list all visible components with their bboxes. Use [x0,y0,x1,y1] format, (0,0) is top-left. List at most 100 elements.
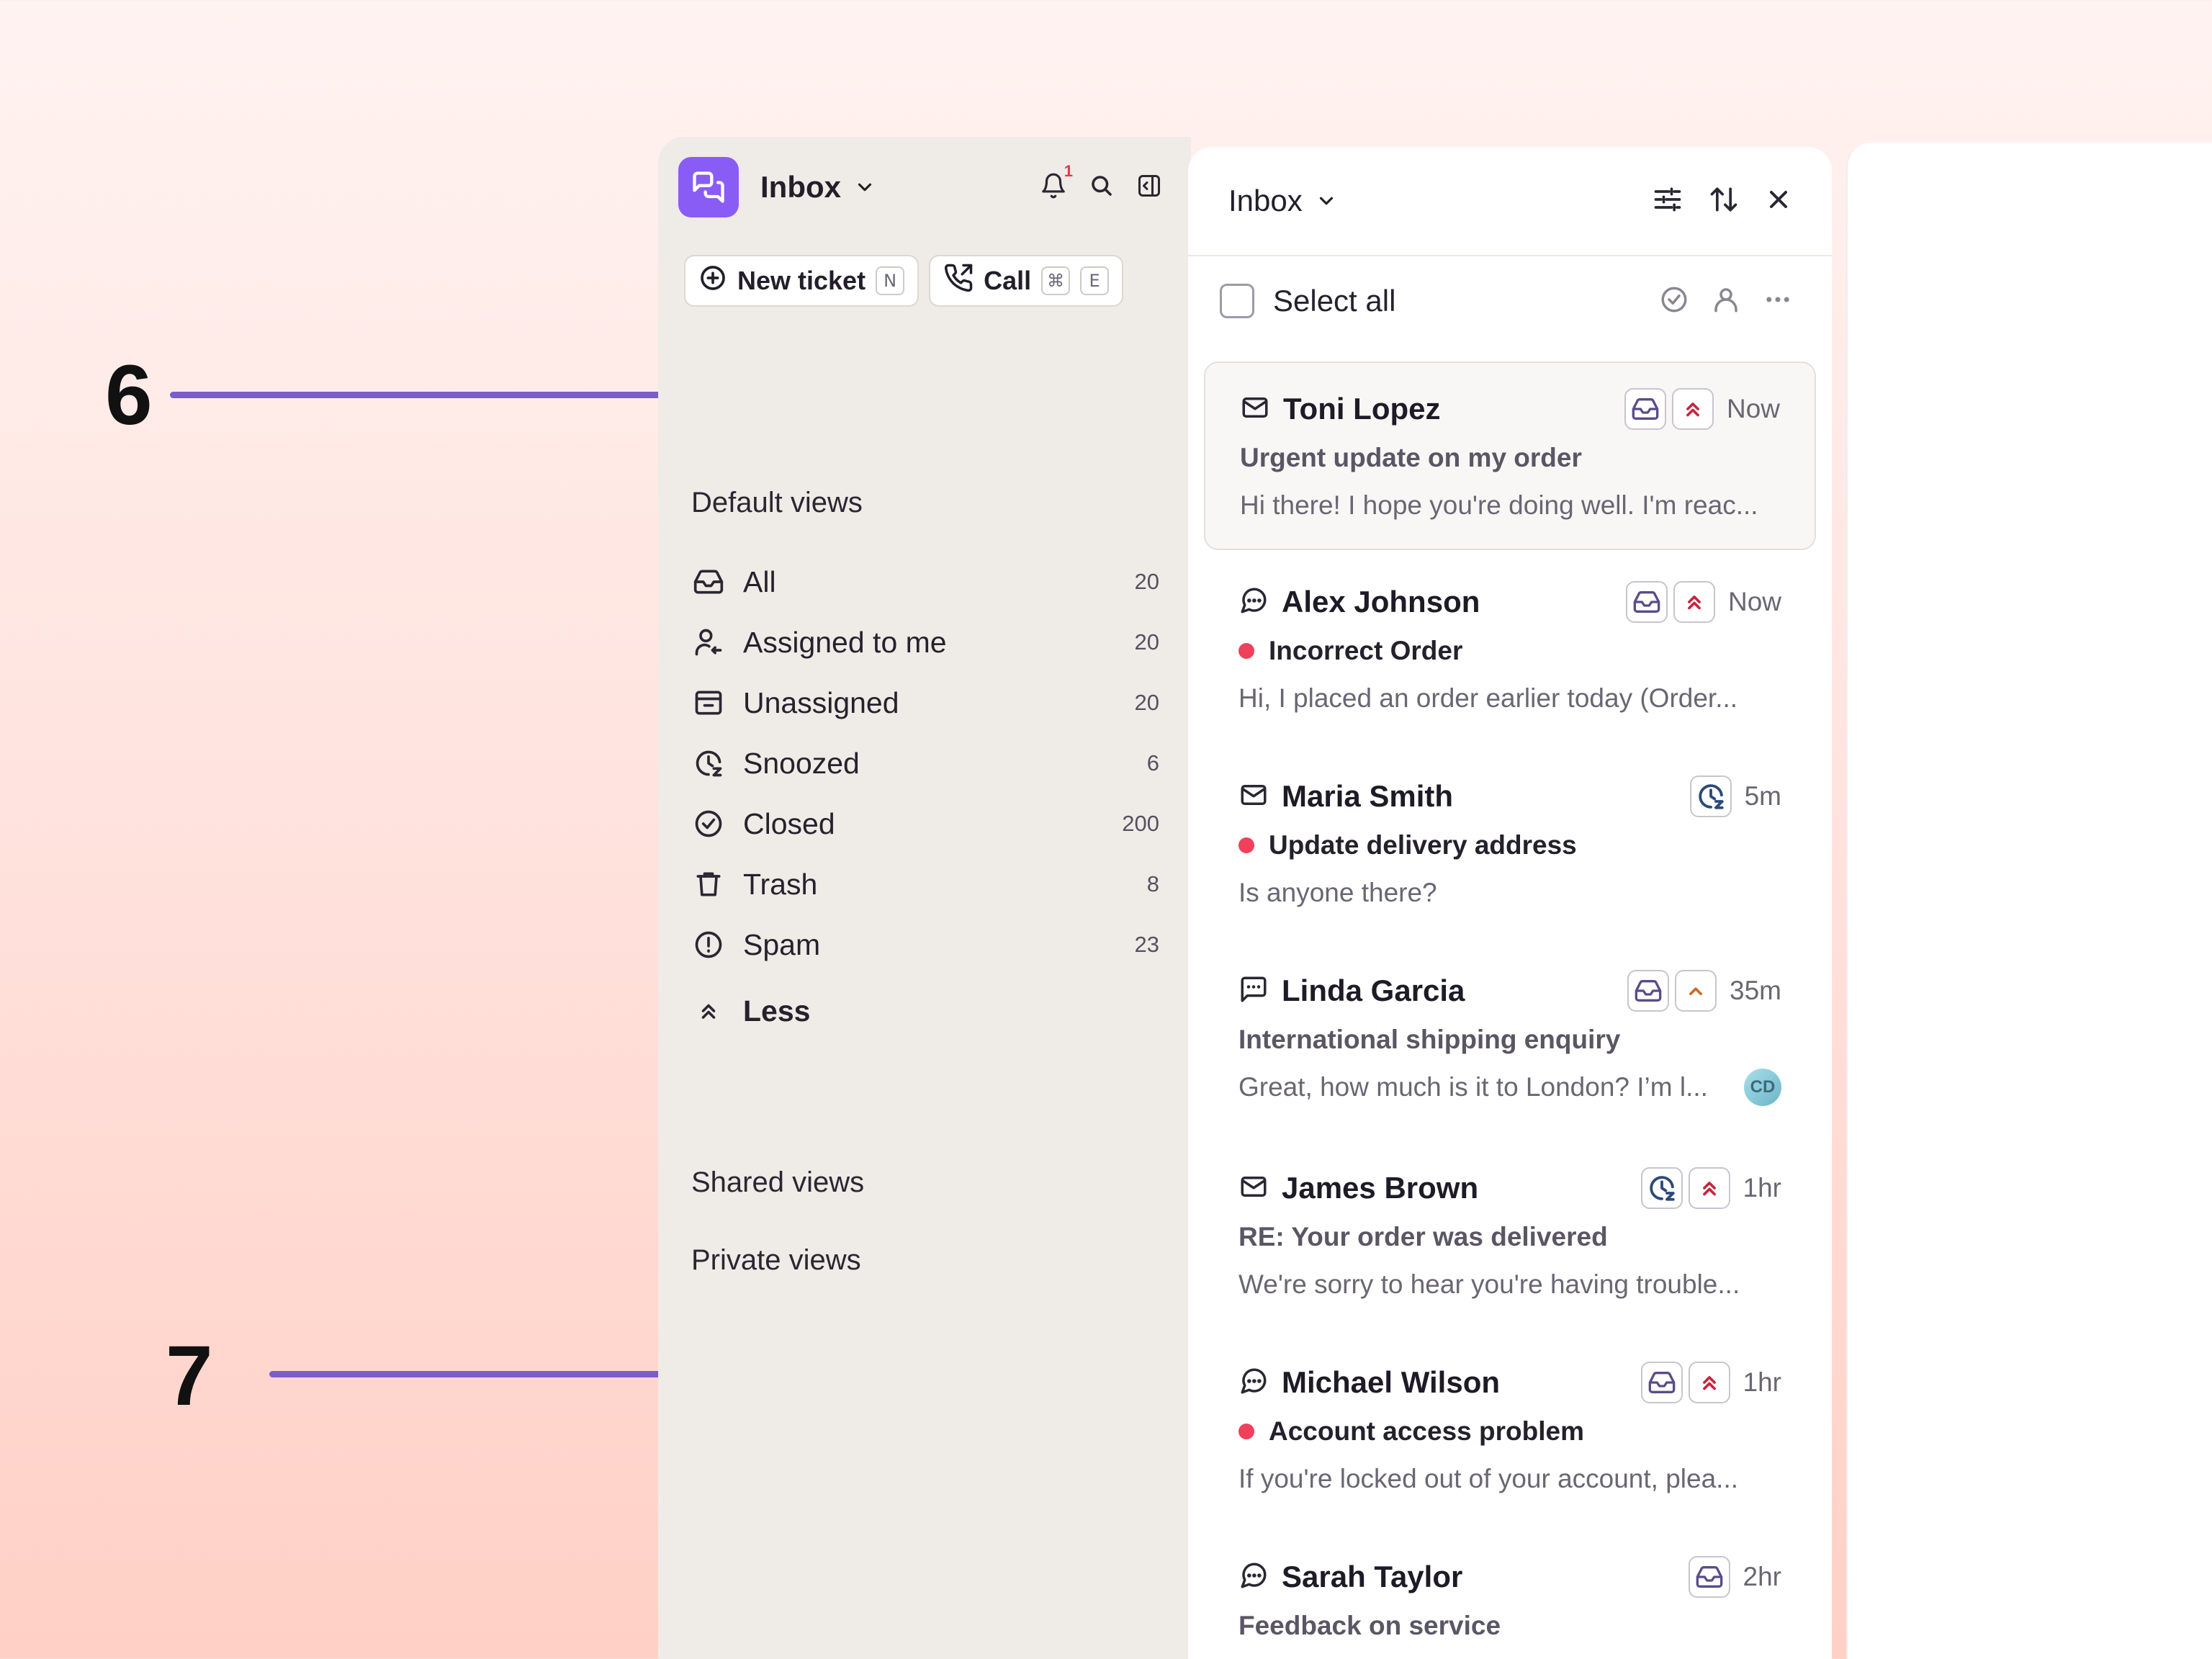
email-icon [1238,780,1269,814]
ticket-subject-text: Update delivery address [1269,830,1577,860]
ticket-subject: Account access problem [1238,1414,1781,1449]
ticket-time: 35m [1730,976,1781,1005]
view-count: 8 [1146,871,1159,896]
default-views-list: All 20 Assigned to me 20 Unassigned 20 S… [691,552,1159,975]
view-item-spam[interactable]: Spam 23 [691,914,1159,975]
ticket-time: 1hr [1743,1173,1781,1202]
ticket-preview-text: If you're locked out of your account, pl… [1238,1464,1739,1493]
ticket-time: 5m [1744,781,1781,811]
email-icon [1238,1172,1269,1205]
view-item-snoozed[interactable]: Snoozed 6 [691,733,1159,793]
ticket-subject-text: RE: Your order was delivered [1238,1222,1608,1251]
ticket-item[interactable]: Toni Lopez Now Urgent update on my order… [1204,361,1816,550]
call-button[interactable]: Call ⌘ E [929,255,1124,307]
ticket-customer-name: Toni Lopez [1283,392,1441,426]
ticket-subject: RE: Your order was delivered [1238,1220,1781,1254]
app-logo-icon[interactable] [678,157,739,217]
select-all-label: Select all [1273,284,1396,318]
medium-priority-icon [1675,970,1717,1012]
urgent-priority-icon [1671,388,1714,430]
chat-bubble-icon [1238,585,1269,619]
more-options-icon[interactable] [1763,284,1793,318]
inbox-tag-icon [1688,1556,1730,1598]
ticket-preview: Great, how much is it to London? I’m l..… [1238,1069,1781,1106]
search-icon[interactable] [1089,173,1115,202]
workspace-title[interactable]: Inbox [760,170,841,204]
show-less-toggle[interactable]: Less [691,994,810,1028]
view-count: 200 [1122,811,1159,836]
view-count: 20 [1134,629,1159,655]
ticket-subject-text: International shipping enquiry [1238,1025,1621,1054]
view-item-all[interactable]: All 20 [691,552,1159,612]
ticket-preview: We're sorry to hear you're having troubl… [1238,1267,1781,1302]
user-assigned-icon [691,625,726,660]
inbox-tag-icon [1625,581,1668,623]
view-item-trash[interactable]: Trash 8 [691,854,1159,914]
new-ticket-button[interactable]: New ticket N [684,255,920,307]
sidebar-header: Inbox 1 [678,157,1162,217]
phone-outgoing-icon [943,263,974,300]
select-all-checkbox[interactable] [1220,284,1254,318]
unread-dot [1238,837,1254,853]
sort-icon[interactable] [1708,184,1740,219]
ticket-time: 1hr [1743,1367,1781,1397]
view-count: 20 [1134,690,1159,715]
ticket-item[interactable]: James Brown 1hr RE: Your order was deliv… [1204,1142,1816,1331]
ticket-customer-name: Alex Johnson [1282,585,1480,619]
ticket-detail-panel [1846,143,2212,1659]
view-label: Unassigned [743,685,899,719]
ticket-preview: Hi, I placed an order earlier today (Ord… [1238,681,1781,716]
chevron-down-icon[interactable] [854,176,876,198]
view-count: 23 [1134,932,1159,957]
view-item-unassigned[interactable]: Unassigned 20 [691,673,1159,733]
default-views-heading: Default views [691,487,863,518]
annotation-number-7: 7 [166,1328,213,1424]
ticket-preview-text: Hi there! I hope you're doing well. I'm … [1240,490,1758,520]
ticket-preview: Hi there! I hope you're doing well. I'm … [1240,488,1780,523]
view-label: Snoozed [743,746,860,780]
view-item-assigned-to-me[interactable]: Assigned to me 20 [691,612,1159,673]
ticket-time: Now [1727,587,1781,616]
view-label: Trash [743,867,818,901]
private-views-heading[interactable]: Private views [691,1244,861,1277]
inbox-tag-icon [1640,1362,1683,1403]
ticket-subject: Urgent update on my order [1240,441,1780,475]
ticket-item[interactable]: Linda Garcia 35m International shipping … [1204,945,1816,1133]
ticket-time: Now [1726,394,1780,423]
check-circle-icon[interactable] [1659,284,1689,318]
snoozed-tag-icon [1640,1167,1683,1209]
email-icon [1240,392,1270,426]
view-label: All [743,565,776,598]
urgent-priority-icon [1688,1362,1730,1403]
ticket-item[interactable]: Sarah Taylor 2hr Feedback on service [1204,1531,1816,1659]
chevron-down-icon[interactable] [1316,190,1337,212]
ticket-preview-text: Is anyone there? [1238,878,1437,907]
trash-icon [691,867,726,902]
view-item-closed[interactable]: Closed 200 [691,793,1159,854]
shortcut-key: E [1080,266,1110,295]
close-icon[interactable] [1764,185,1793,217]
less-label: Less [743,994,811,1028]
filter-sliders-icon[interactable] [1652,184,1683,219]
annotation-line-6 [170,392,668,398]
ticket-customer-name: Michael Wilson [1282,1365,1501,1399]
ticket-list-title[interactable]: Inbox [1228,184,1303,218]
ticket-subject-text: Account access problem [1269,1416,1584,1446]
unread-dot [1238,643,1254,659]
shared-views-heading[interactable]: Shared views [691,1166,864,1199]
ticket-subject: Update delivery address [1238,828,1781,863]
chevrons-up-icon [691,994,726,1028]
ticket-preview: Is anyone there? [1238,876,1781,910]
view-label: Closed [743,806,835,840]
ticket-item[interactable]: Maria Smith 5m Update delivery address I… [1204,750,1816,939]
ticket-item[interactable]: Michael Wilson 1hr Account access proble… [1204,1336,1816,1525]
notification-badge: 1 [1064,161,1073,180]
notifications-button[interactable]: 1 [1040,162,1073,203]
assign-user-icon[interactable] [1711,284,1741,318]
collapse-sidebar-icon[interactable] [1136,173,1162,202]
message-square-icon [1238,974,1269,1008]
shortcut-key: N [876,266,905,295]
ticket-item[interactable]: Alex Johnson Now Incorrect Order Hi, I p… [1204,556,1816,745]
ticket-subject: International shipping enquiry [1238,1022,1781,1057]
inbox-icon [691,565,726,599]
